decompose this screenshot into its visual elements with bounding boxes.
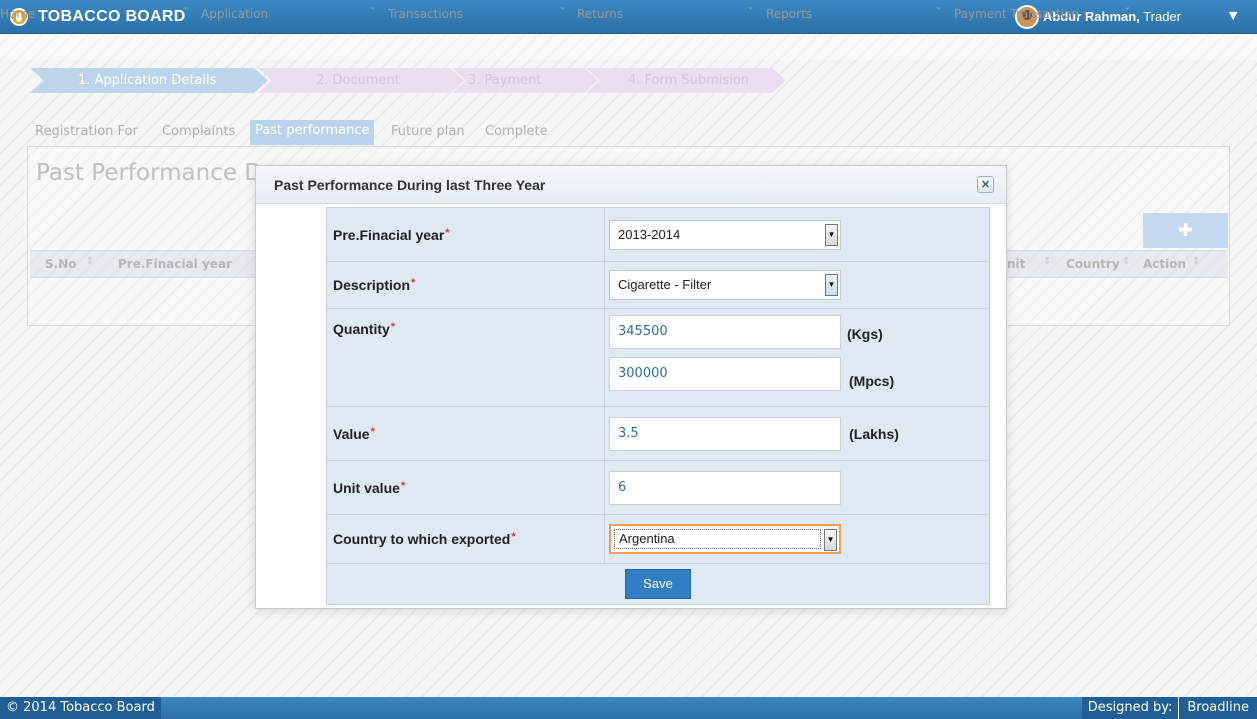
country-label-text: Country to which exported	[333, 531, 511, 547]
chevron-down-icon: ˅	[748, 7, 753, 18]
nav-home[interactable]: Home	[0, 7, 35, 21]
footer: © 2014 Tobacco Board Designed by: Broadli…	[0, 697, 1257, 719]
main-nav	[0, 34, 1257, 60]
tab-complaints[interactable]: Complaints	[162, 124, 235, 146]
dropdown-arrow-icon[interactable]: ▼	[825, 223, 838, 246]
description-label-text: Description	[333, 277, 411, 293]
column-action[interactable]: Action	[1143, 257, 1186, 271]
close-icon[interactable]: ×	[977, 176, 994, 193]
performance-form: Pre.Finacial year* 2013-2014 ▼ Descripti…	[326, 207, 990, 605]
financial-year-label-text: Pre.Finacial year	[333, 226, 445, 243]
step-application-details[interactable]: 1. Application Details	[30, 68, 268, 93]
sort-icon[interactable]: ⇕	[1192, 256, 1200, 267]
designer-credit: Designed by: Broadline	[1081, 697, 1257, 719]
required-marker: *	[390, 321, 396, 333]
designed-by-label: Designed by:	[1081, 697, 1179, 719]
dialog-title: Past Performance During last Three Year	[274, 177, 546, 193]
step-document[interactable]: 2. Document	[258, 68, 464, 93]
nav-returns[interactable]: Returns	[577, 7, 623, 21]
step-payment[interactable]: 3. Payment	[452, 68, 598, 93]
unit-value-label: Unit value*	[326, 460, 605, 515]
sort-icon[interactable]: ⇕	[1122, 256, 1130, 267]
app-title: TOBACCO BOARD	[38, 8, 186, 25]
tab-past-performance[interactable]: Past performance	[250, 120, 375, 145]
tab-complete[interactable]: Complete	[485, 124, 548, 146]
nav-transactions[interactable]: Transactions	[388, 7, 463, 21]
description-value: Cigarette - Filter	[618, 277, 712, 292]
caret-down-icon[interactable]: ▼	[1229, 9, 1237, 22]
user-role: Trader	[1143, 9, 1181, 24]
quantity-label-text: Quantity	[333, 321, 390, 337]
copyright: © 2014 Tobacco Board	[0, 697, 161, 719]
financial-year-label: Pre.Finacial year*	[326, 207, 605, 262]
description-label: Description*	[326, 261, 605, 309]
unit-value-label-text: Unit value	[333, 479, 400, 496]
quantity-label: Quantity*	[326, 308, 605, 407]
add-record-button[interactable]: ✚	[1143, 213, 1228, 248]
lakhs-unit-label: (Lakhs)	[849, 425, 899, 442]
quantity-kgs-input[interactable]: 345500	[609, 315, 841, 349]
column-country[interactable]: Country	[1066, 257, 1120, 271]
dialog-header: Past Performance During last Three Year …	[256, 166, 1006, 204]
column-sno[interactable]: S.No	[45, 257, 77, 271]
description-select[interactable]: Cigarette - Filter ▼	[609, 270, 841, 300]
chevron-down-icon: ˅	[1125, 7, 1130, 18]
country-select[interactable]: Argentina ▼	[609, 524, 841, 554]
required-marker: *	[411, 277, 416, 289]
kgs-unit-label: (Kgs)	[847, 326, 883, 342]
designer-link[interactable]: Broadline	[1179, 697, 1257, 719]
plus-icon: ✚	[1177, 220, 1194, 241]
nav-reports[interactable]: Reports	[766, 7, 812, 21]
required-marker: *	[445, 226, 450, 239]
column-unit[interactable]: nit	[1007, 257, 1025, 271]
required-marker: *	[400, 479, 406, 492]
mpcs-unit-label: (Mpcs)	[849, 373, 895, 389]
chevron-down-icon: ˅	[560, 7, 565, 18]
value-label: Value*	[326, 406, 605, 461]
dropdown-arrow-icon[interactable]: ▼	[825, 274, 838, 296]
nav-application[interactable]: Application	[201, 7, 268, 21]
unit-value-input[interactable]: 6	[609, 470, 841, 505]
required-marker: *	[370, 425, 375, 438]
country-value: Argentina	[614, 529, 821, 549]
save-button[interactable]: Save	[625, 569, 691, 599]
past-performance-dialog: Past Performance During last Three Year …	[255, 165, 1007, 609]
chevron-down-icon: ˅	[936, 7, 941, 18]
tab-registration-for[interactable]: Registration For	[35, 124, 138, 146]
value-label-text: Value	[333, 425, 370, 442]
step-form-submission[interactable]: 4. Form Submision	[586, 68, 786, 93]
panel-title: Past Performance D	[36, 160, 263, 186]
financial-year-value: 2013-2014	[618, 226, 681, 242]
required-marker: *	[511, 531, 516, 543]
nav-payment-transaction[interactable]: Payment Transaction	[954, 7, 1079, 21]
dropdown-arrow-icon[interactable]: ▼	[824, 529, 837, 551]
value-input[interactable]: 3.5	[609, 416, 841, 451]
financial-year-select[interactable]: 2013-2014 ▼	[609, 219, 841, 250]
sort-icon[interactable]: ⇕	[1043, 256, 1051, 267]
sort-icon[interactable]: ⇕	[86, 256, 94, 267]
chevron-down-icon: ˅	[183, 7, 188, 18]
chevron-down-icon: ˅	[370, 7, 375, 18]
column-financial-year[interactable]: Pre.Finacial year	[118, 257, 232, 271]
country-label: Country to which exported*	[326, 514, 605, 564]
tab-future-plan[interactable]: Future plan	[391, 124, 465, 146]
quantity-mpcs-input[interactable]: 300000	[609, 357, 841, 391]
